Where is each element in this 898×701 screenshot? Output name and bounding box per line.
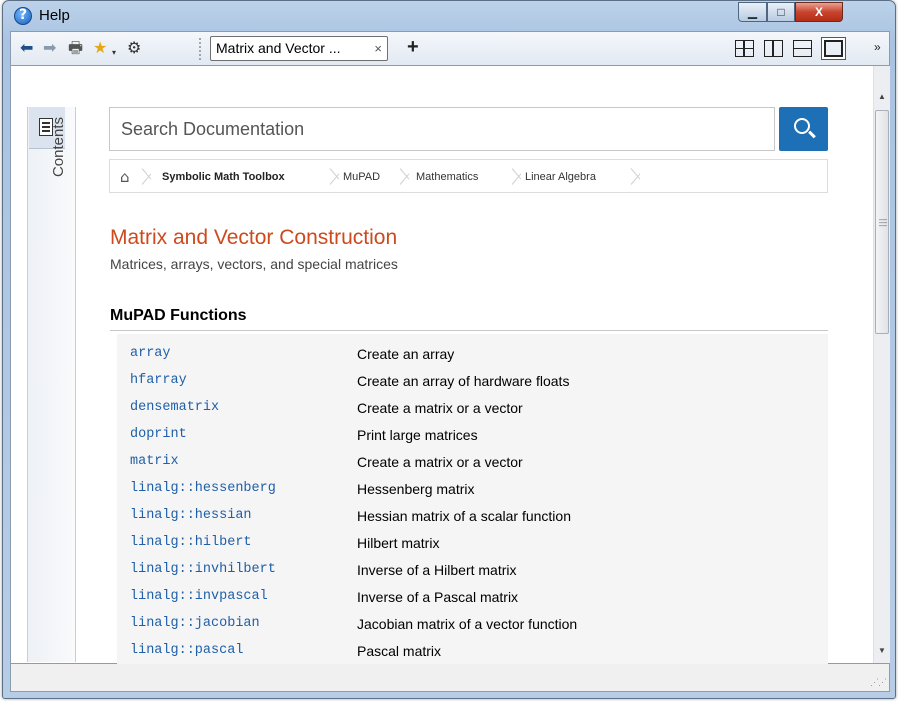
function-link[interactable]: linalg::invpascal [130, 589, 268, 604]
table-row: matrix Create a matrix or a vector [117, 448, 828, 475]
layout-single-icon[interactable] [824, 40, 843, 57]
function-description: Create a matrix or a vector [357, 400, 523, 416]
table-row: densematrix Create a matrix or a vector [117, 394, 828, 421]
scrollbar-grip-icon: — — — [879, 215, 887, 230]
function-link[interactable]: densematrix [130, 400, 219, 415]
back-arrow-icon[interactable]: ⬅ [20, 39, 33, 57]
table-row: doprint Print large matrices [117, 421, 828, 448]
help-app-icon [14, 7, 32, 25]
favorites-dropdown-icon[interactable]: ▾ [112, 44, 116, 62]
page-title: Matrix and Vector Construction [110, 226, 398, 249]
home-icon[interactable]: ⌂ [120, 168, 130, 186]
tab-close-icon[interactable]: × [374, 37, 382, 60]
scroll-down-arrow-icon[interactable]: ▼ [874, 642, 890, 659]
function-link[interactable]: linalg::hessian [130, 508, 252, 523]
section-divider [110, 330, 828, 331]
scrollbar-thumb[interactable]: — — — [875, 110, 889, 334]
breadcrumb: ⌂ Symbolic Math Toolbox MuPAD Mathematic… [109, 159, 828, 193]
table-row: hfarray Create an array of hardware floa… [117, 367, 828, 394]
function-link[interactable]: hfarray [130, 373, 187, 388]
function-description: Inverse of a Pascal matrix [357, 589, 519, 605]
breadcrumb-item-symbolic-math-toolbox[interactable]: Symbolic Math Toolbox [162, 171, 285, 183]
functions-table: array Create an array hfarray Create an … [117, 334, 828, 664]
toolbar-separator [199, 38, 205, 60]
section-title: MuPAD Functions [110, 307, 247, 324]
favorites-star-icon[interactable]: ★ [93, 39, 107, 57]
window-title: Help [39, 7, 70, 24]
title-bar[interactable]: Help ▁ □ X [3, 1, 895, 31]
print-icon[interactable]: 🖶 [68, 39, 83, 57]
function-description: Hessenberg matrix [357, 481, 475, 497]
gear-icon[interactable]: ⚙ [127, 39, 141, 57]
function-link[interactable]: array [130, 346, 171, 361]
minimize-button[interactable]: ▁ [738, 2, 767, 22]
function-link[interactable]: doprint [130, 427, 187, 442]
layout-grid-icon[interactable] [735, 40, 754, 57]
function-link[interactable]: linalg::hilbert [130, 535, 252, 550]
vertical-scrollbar[interactable]: ▲ — — — ▼ [873, 66, 890, 663]
toolbar-overflow-icon[interactable]: » [874, 40, 881, 54]
function-link[interactable]: linalg::hessenberg [130, 481, 276, 496]
contents-label[interactable]: Contents [50, 117, 67, 197]
layout-vertical-split-icon[interactable] [764, 40, 783, 57]
table-row: linalg::hessian Hessian matrix of a scal… [117, 502, 828, 529]
tab-label: Matrix and Vector ... [216, 40, 341, 56]
function-description: Jacobian matrix of a vector function [357, 616, 578, 632]
function-link[interactable]: matrix [130, 454, 179, 469]
breadcrumb-item-mupad[interactable]: MuPAD [343, 171, 380, 183]
breadcrumb-item-mathematics[interactable]: Mathematics [416, 171, 478, 183]
breadcrumb-item-linear-algebra[interactable]: Linear Algebra [525, 171, 596, 183]
close-button[interactable]: X [795, 2, 843, 22]
function-description: Hessian matrix of a scalar function [357, 508, 571, 524]
function-description: Pascal matrix [357, 643, 442, 659]
table-row: array Create an array [117, 340, 828, 367]
help-content-area: Contents Search Documentation ⌂ Symbolic… [10, 65, 890, 664]
page-subtitle: Matrices, arrays, vectors, and special m… [110, 256, 398, 272]
help-window: Help ▁ □ X ⬅ ➡ 🖶 ★ ▾ ⚙ Matrix and Vector… [2, 0, 896, 699]
toolbar: ⬅ ➡ 🖶 ★ ▾ ⚙ Matrix and Vector ... × + » [10, 31, 890, 65]
function-link[interactable]: linalg::jacobian [130, 616, 260, 631]
function-description: Inverse of a Hilbert matrix [357, 562, 517, 578]
contents-panel: Contents [27, 107, 76, 662]
table-row: linalg::jacobian Jacobian matrix of a ve… [117, 610, 828, 637]
status-bar: ⋰⋰ [10, 664, 890, 692]
search-button[interactable] [779, 107, 828, 151]
function-description: Create an array of hardware floats [357, 373, 570, 389]
function-link[interactable]: linalg::invhilbert [130, 562, 276, 577]
function-link[interactable]: linalg::pascal [130, 643, 243, 658]
layout-horizontal-split-icon[interactable] [793, 40, 812, 57]
function-description: Create a matrix or a vector [357, 454, 523, 470]
resize-grip-icon[interactable]: ⋰⋰ [870, 677, 887, 688]
table-row: linalg::hilbert Hilbert matrix [117, 529, 828, 556]
forward-arrow-icon[interactable]: ➡ [43, 39, 56, 57]
maximize-button[interactable]: □ [767, 2, 795, 22]
function-description: Hilbert matrix [357, 535, 440, 551]
table-row: linalg::invpascal Inverse of a Pascal ma… [117, 583, 828, 610]
tab-matrix-and-vector[interactable]: Matrix and Vector ... × [210, 36, 388, 61]
search-input[interactable]: Search Documentation [109, 107, 775, 151]
function-description: Print large matrices [357, 427, 478, 443]
new-tab-button[interactable]: + [407, 36, 419, 59]
scroll-up-arrow-icon[interactable]: ▲ [874, 88, 890, 105]
function-description: Create an array [357, 346, 455, 362]
table-row: linalg::hessenberg Hessenberg matrix [117, 475, 828, 502]
table-row: linalg::invhilbert Inverse of a Hilbert … [117, 556, 828, 583]
table-row: linalg::pascal Pascal matrix [117, 637, 828, 664]
